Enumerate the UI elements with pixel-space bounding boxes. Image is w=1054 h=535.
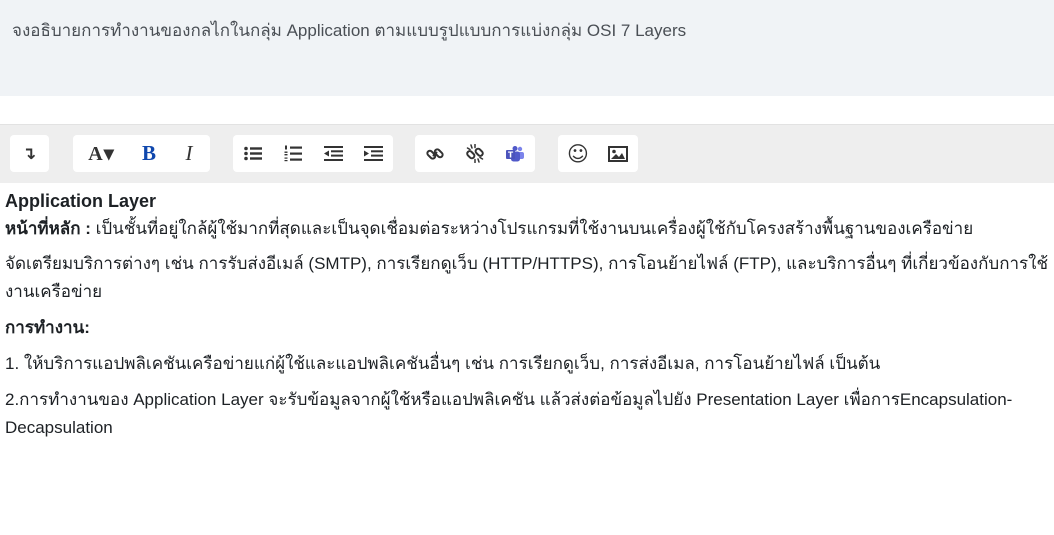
- outdent-icon: [323, 146, 343, 161]
- question-box: จงอธิบายการทำงานของกลไกในกลุ่ม Applicati…: [0, 0, 1054, 96]
- collapse-toolbar-button[interactable]: ↴: [10, 135, 48, 172]
- collapse-arrow-icon: ↴: [21, 143, 37, 163]
- font-color-icon: A▾: [88, 143, 115, 165]
- italic-button[interactable]: I: [168, 135, 210, 172]
- teams-icon: T: [506, 145, 524, 161]
- toolbar-group-media: ☺: [558, 135, 638, 172]
- emoji-button[interactable]: ☺: [558, 135, 598, 172]
- svg-text:T: T: [508, 150, 514, 159]
- link-icon: [426, 147, 444, 160]
- role-text: เป็นชั้นที่อยู่ใกล้ผู้ใช้มากที่สุดและเป็…: [90, 219, 974, 238]
- toolbar-group-lists: [233, 135, 393, 172]
- unlink-button[interactable]: [455, 135, 495, 172]
- bullet-list-button[interactable]: [233, 135, 273, 172]
- image-icon: [608, 145, 628, 162]
- editor-toolbar: ↴ A▾ B I T ☺: [0, 124, 1054, 183]
- toolbar-group-format: A▾ B I: [73, 135, 210, 172]
- question-text: จงอธิบายการทำงานของกลไกในกลุ่ม Applicati…: [12, 21, 687, 40]
- answer-item-2: 2.การทำงานของ Application Layer จะรับข้อ…: [5, 390, 1013, 437]
- image-button[interactable]: [598, 135, 638, 172]
- bold-icon: B: [141, 141, 156, 165]
- answer-editor[interactable]: Application Layer หน้าที่หลัก : เป็นชั้น…: [0, 183, 1054, 535]
- answer-role: หน้าที่หลัก : เป็นชั้นที่อยู่ใกล้ผู้ใช้ม…: [5, 214, 1049, 244]
- unlink-icon: [466, 144, 484, 163]
- toolbar-group-links: T: [415, 135, 535, 172]
- bold-button[interactable]: B: [130, 135, 168, 172]
- answer-heading: Application Layer: [5, 191, 157, 211]
- emoji-icon: ☺: [567, 141, 589, 166]
- role-label: หน้าที่หลัก :: [5, 219, 91, 238]
- link-button[interactable]: [415, 135, 455, 172]
- teams-button[interactable]: T: [495, 135, 535, 172]
- indent-button[interactable]: [353, 135, 393, 172]
- answer-item-1: 1. ให้บริการแอปพลิเคชันเครือข่ายแก่ผู้ใช…: [5, 354, 881, 373]
- answer-work-label: การทำงาน:: [5, 318, 90, 337]
- bullet-list-icon: [244, 146, 262, 161]
- numbered-list-button[interactable]: [273, 135, 313, 172]
- italic-icon: I: [185, 141, 193, 165]
- answer-services: จัดเตรียมบริการต่างๆ เช่น การรับส่งอีเมล…: [5, 254, 1049, 301]
- outdent-button[interactable]: [313, 135, 353, 172]
- font-color-button[interactable]: A▾: [73, 135, 130, 172]
- numbered-list-icon: [284, 145, 302, 162]
- toolbar-group-collapse: ↴: [10, 135, 49, 172]
- indent-icon: [363, 146, 383, 161]
